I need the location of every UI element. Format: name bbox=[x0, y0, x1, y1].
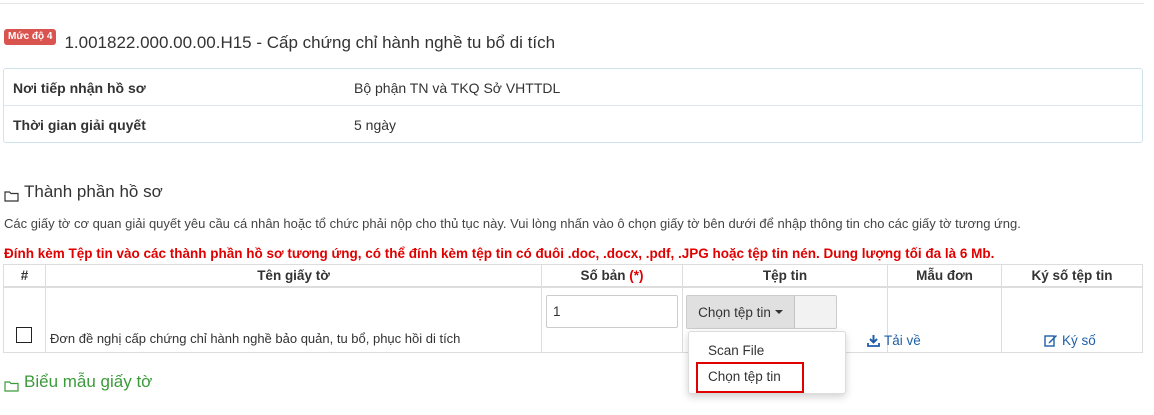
col-copies: Số bản (*) bbox=[541, 264, 683, 288]
info-row-receiving-place: Nơi tiếp nhận hồ sơ Bộ phận TN và TKQ Sở… bbox=[4, 70, 1142, 106]
documents-section-heading: Thành phần hồ sơ bbox=[4, 182, 163, 202]
highlight-box bbox=[696, 362, 804, 393]
info-label: Thời gian giải quyết bbox=[13, 117, 146, 133]
info-value: 5 ngày bbox=[354, 117, 397, 133]
info-panel: Nơi tiếp nhận hồ sơ Bộ phận TN và TKQ Sở… bbox=[3, 68, 1143, 143]
documents-description: Các giấy tờ cơ quan giải quyết yêu cầu c… bbox=[4, 216, 1021, 231]
copies-input[interactable] bbox=[546, 295, 678, 328]
choose-file-dropdown-button[interactable]: Chọn tệp tin bbox=[687, 296, 795, 328]
caret-down-icon bbox=[774, 310, 783, 314]
sign-file-link[interactable]: Ký số bbox=[1044, 333, 1096, 348]
col-name: Tên giấy tờ bbox=[45, 264, 542, 288]
info-row-processing-time: Thời gian giải quyết 5 ngày bbox=[4, 107, 1142, 143]
col-template: Mẫu đơn bbox=[887, 264, 1002, 288]
sign-label: Ký số bbox=[1062, 333, 1096, 348]
download-icon bbox=[867, 335, 880, 347]
folder-icon bbox=[4, 377, 19, 392]
info-value: Bộ phận TN và TKQ Sở VHTTDL bbox=[354, 79, 561, 96]
download-label: Tải về bbox=[884, 333, 921, 348]
level-badge: Mức độ 4 bbox=[4, 29, 57, 45]
folder-icon bbox=[4, 187, 19, 202]
page-title: 1.001822.000.00.00.H15 - Cấp chứng chỉ h… bbox=[64, 33, 556, 52]
download-template-link[interactable]: Tải về bbox=[867, 333, 921, 348]
col-index: # bbox=[3, 264, 46, 288]
document-name: Đơn đề nghị cấp chứng chỉ hành nghề bảo … bbox=[45, 286, 542, 353]
templates-section-heading[interactable]: Biểu mẫu giấy tờ bbox=[4, 372, 152, 392]
info-label: Nơi tiếp nhận hồ sơ bbox=[13, 79, 146, 96]
required-marker: (*) bbox=[629, 267, 644, 283]
table-header-row: # Tên giấy tờ Số bản (*) Tệp tin Mẫu đơn… bbox=[3, 264, 1143, 288]
col-file: Tệp tin bbox=[682, 264, 888, 288]
procedure-header: Mức độ 4 1.001822.000.00.00.H15 - Cấp ch… bbox=[4, 29, 555, 53]
menu-item-scan-file[interactable]: Scan File bbox=[708, 343, 764, 358]
col-sign: Ký số tệp tin bbox=[1001, 264, 1143, 288]
attachment-warning: Đính kèm Tệp tin vào các thành phần hồ s… bbox=[4, 246, 995, 261]
section-title: Biểu mẫu giấy tờ bbox=[24, 372, 153, 391]
edit-icon bbox=[1044, 335, 1057, 347]
row-checkbox[interactable] bbox=[16, 327, 32, 343]
file-picker-group: Chọn tệp tin bbox=[686, 295, 837, 329]
choose-file-label: Chọn tệp tin bbox=[698, 304, 771, 320]
top-divider bbox=[0, 3, 1144, 4]
section-title: Thành phần hồ sơ bbox=[24, 182, 163, 201]
col-copies-label: Số bản bbox=[580, 267, 626, 283]
row-checkbox-cell bbox=[3, 286, 46, 353]
